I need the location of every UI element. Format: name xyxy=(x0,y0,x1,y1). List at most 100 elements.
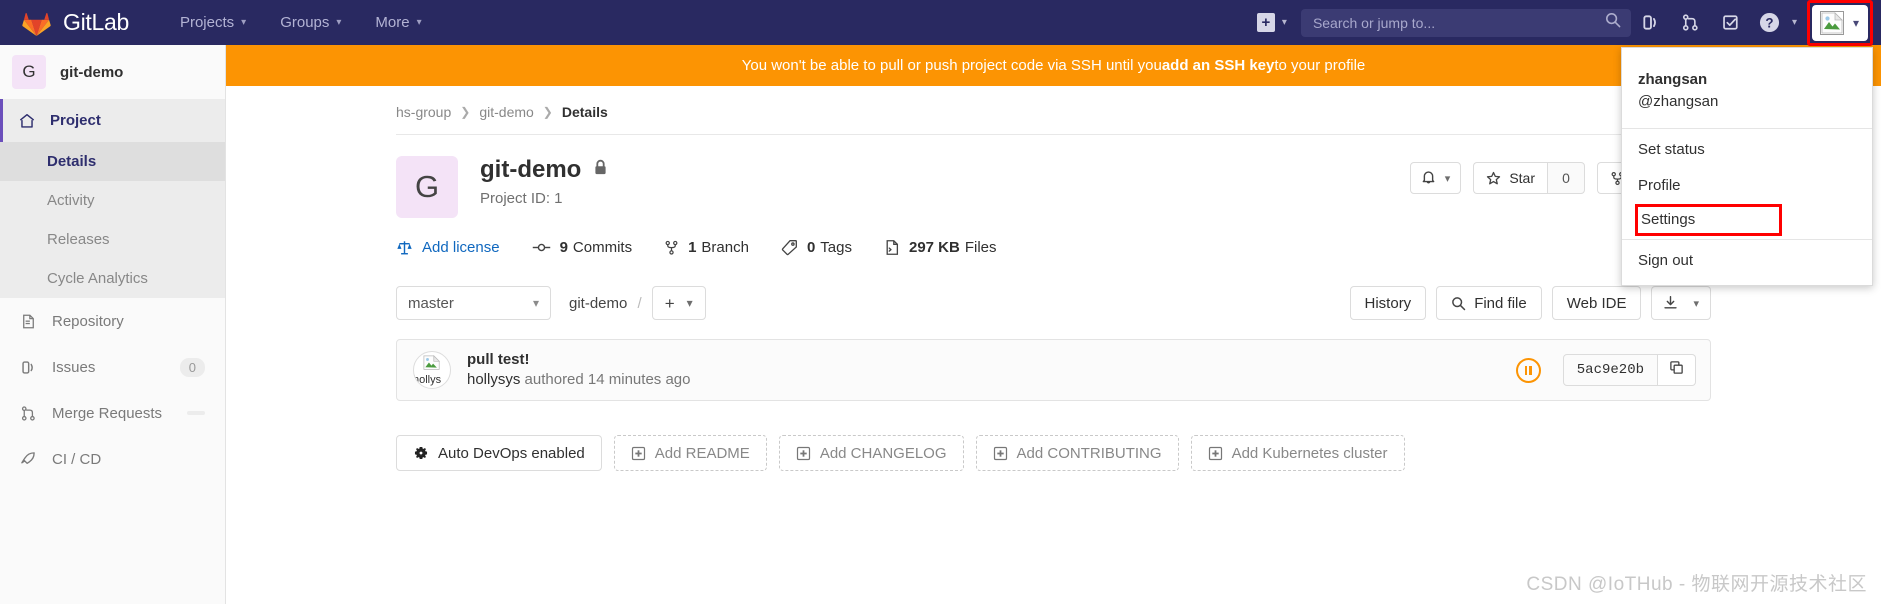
search-icon xyxy=(1451,296,1466,311)
project-id: Project ID: 1 xyxy=(480,190,563,207)
sidebar-item-releases[interactable]: Releases xyxy=(0,220,225,259)
breadcrumb-project[interactable]: git-demo xyxy=(479,104,533,120)
project-avatar-large: G xyxy=(396,156,458,218)
chevron-down-icon: ▾ xyxy=(1693,297,1699,310)
sidebar-item-repository[interactable]: Repository xyxy=(0,298,225,344)
menu-item-settings[interactable]: Settings xyxy=(1635,203,1782,236)
lock-icon xyxy=(593,159,608,181)
menu-item-sign-out[interactable]: Sign out xyxy=(1622,243,1872,279)
sidebar-project-section: Project Details Activity Releases Cycle … xyxy=(0,99,225,298)
stat-commits[interactable]: 9 Commits xyxy=(532,239,632,256)
stat-add-license[interactable]: Add license xyxy=(396,239,500,256)
new-item-button[interactable]: + ▾ xyxy=(1256,13,1287,32)
chevron-right-icon: ❯ xyxy=(542,105,553,119)
add-contributing-button[interactable]: Add CONTRIBUTING xyxy=(975,435,1179,471)
pipeline-pending-icon[interactable] xyxy=(1515,357,1541,383)
stat-branches[interactable]: 1 Branch xyxy=(664,239,749,256)
navbar-help-button[interactable]: ? ▾ xyxy=(1755,0,1797,45)
project-stats: Add license 9 Commits 1 Branch 0 Tags 29… xyxy=(396,218,1711,256)
chevron-down-icon: ▾ xyxy=(241,17,247,28)
navbar-merge-requests-icon[interactable] xyxy=(1671,0,1711,45)
add-kubernetes-cluster-button[interactable]: Add Kubernetes cluster xyxy=(1190,435,1405,471)
chevron-down-icon: ▾ xyxy=(1852,15,1859,30)
search-placeholder: Search or jump to... xyxy=(1312,14,1436,31)
project-title-row: git-demo xyxy=(480,156,608,184)
sidebar-item-repository-label: Repository xyxy=(52,312,124,330)
chevron-down-icon: ▾ xyxy=(416,17,422,28)
user-menu-button[interactable]: ▾ xyxy=(1811,4,1868,41)
banner-prefix: You won't be able to pull or push projec… xyxy=(741,57,1162,74)
nav-link-more-label: More xyxy=(375,14,410,31)
star-label: Star xyxy=(1509,170,1535,186)
project-title-block: git-demo Project ID: 1 xyxy=(480,156,608,207)
navbar-issues-icon[interactable] xyxy=(1631,0,1671,45)
sidebar-project-header[interactable]: G git-demo xyxy=(0,45,225,99)
find-file-button[interactable]: Find file xyxy=(1436,286,1542,320)
auto-devops-button[interactable]: Auto DevOps enabled xyxy=(396,435,602,471)
commit-timestamp: authored 14 minutes ago xyxy=(520,371,691,388)
commit-message[interactable]: pull test! xyxy=(467,350,690,370)
chevron-down-icon: ▾ xyxy=(1281,17,1287,28)
chevron-down-icon: ▾ xyxy=(686,296,693,310)
stat-tags[interactable]: 0 Tags xyxy=(781,239,852,256)
breadcrumb: hs-group ❯ git-demo ❯ Details xyxy=(396,86,1711,135)
plus-box-icon xyxy=(1208,446,1223,461)
stat-files[interactable]: 297 KB Files xyxy=(884,239,997,256)
notification-dropdown-button[interactable]: ▾ xyxy=(1409,162,1462,194)
sidebar-project-name: git-demo xyxy=(60,63,124,81)
download-button[interactable]: ▾ xyxy=(1651,286,1711,320)
sidebar-item-merge-requests[interactable]: Merge Requests xyxy=(0,390,225,436)
sidebar-item-cycle-analytics[interactable]: Cycle Analytics xyxy=(0,259,225,298)
add-kubernetes-cluster-button-label: Add Kubernetes cluster xyxy=(1231,444,1388,462)
search-input[interactable]: Search or jump to... xyxy=(1300,8,1631,37)
gitlab-tanuki-icon xyxy=(22,12,51,36)
search-icon xyxy=(1605,12,1621,33)
sidebar-item-activity[interactable]: Activity xyxy=(0,181,225,220)
sidebar-item-issues[interactable]: Issues 0 xyxy=(0,344,225,390)
add-to-repo-button[interactable]: + ▾ xyxy=(651,286,706,320)
star-button[interactable]: Star xyxy=(1473,162,1547,194)
add-readme-button[interactable]: Add README xyxy=(613,435,767,471)
brand-title: GitLab xyxy=(63,9,129,35)
svg-text:?: ? xyxy=(1766,15,1774,30)
breadcrumb-group[interactable]: hs-group xyxy=(396,104,451,120)
commit-sha[interactable]: 5ac9e20b xyxy=(1562,354,1658,386)
add-changelog-button[interactable]: Add CHANGELOG xyxy=(778,435,964,471)
stat-tags-label: Tags xyxy=(820,239,852,256)
dropdown-divider xyxy=(1622,127,1872,129)
banner-suffix: to your profile xyxy=(1274,57,1366,74)
nav-link-groups[interactable]: Groups ▾ xyxy=(263,0,358,45)
nav-link-more[interactable]: More ▾ xyxy=(358,0,438,45)
sidebar-item-ci-cd-label: CI / CD xyxy=(52,450,102,468)
menu-item-profile[interactable]: Profile xyxy=(1622,168,1872,204)
plus-box-icon xyxy=(796,446,811,461)
nav-link-projects[interactable]: Projects ▾ xyxy=(163,0,263,45)
stat-files-value: 297 KB xyxy=(908,239,960,256)
stat-tags-value: 0 xyxy=(806,239,816,256)
project-avatar: G xyxy=(12,55,46,89)
sidebar-item-project-label: Project xyxy=(50,112,101,129)
star-count[interactable]: 0 xyxy=(1547,162,1585,194)
help-icon: ? xyxy=(1755,0,1785,45)
add-changelog-button-label: Add CHANGELOG xyxy=(819,444,947,462)
copy-sha-button[interactable] xyxy=(1658,354,1696,386)
history-button[interactable]: History xyxy=(1349,286,1427,320)
gitlab-logo[interactable]: GitLab xyxy=(0,9,129,36)
merge-requests-icon xyxy=(18,405,38,422)
navbar-todos-icon[interactable] xyxy=(1711,0,1751,45)
issues-count-badge: 0 xyxy=(179,357,205,377)
path-root[interactable]: git-demo xyxy=(569,295,627,312)
add-ssh-key-link[interactable]: add an SSH key xyxy=(1162,57,1275,74)
user-menu-highlight-box: ▾ xyxy=(1806,0,1873,46)
commit-author[interactable]: hollysys xyxy=(467,371,520,388)
scale-icon xyxy=(396,239,413,256)
sidebar-item-ci-cd[interactable]: CI / CD xyxy=(0,436,225,482)
sidebar-item-project[interactable]: Project xyxy=(0,99,225,142)
branch-selector[interactable]: master ▾ xyxy=(396,286,551,320)
history-button-label: History xyxy=(1364,294,1412,312)
web-ide-button[interactable]: Web IDE xyxy=(1551,286,1642,320)
menu-item-set-status[interactable]: Set status xyxy=(1622,132,1872,168)
stat-add-license-label: Add license xyxy=(422,239,500,256)
add-contributing-button-label: Add CONTRIBUTING xyxy=(1016,444,1162,462)
sidebar-item-details[interactable]: Details xyxy=(0,142,225,181)
